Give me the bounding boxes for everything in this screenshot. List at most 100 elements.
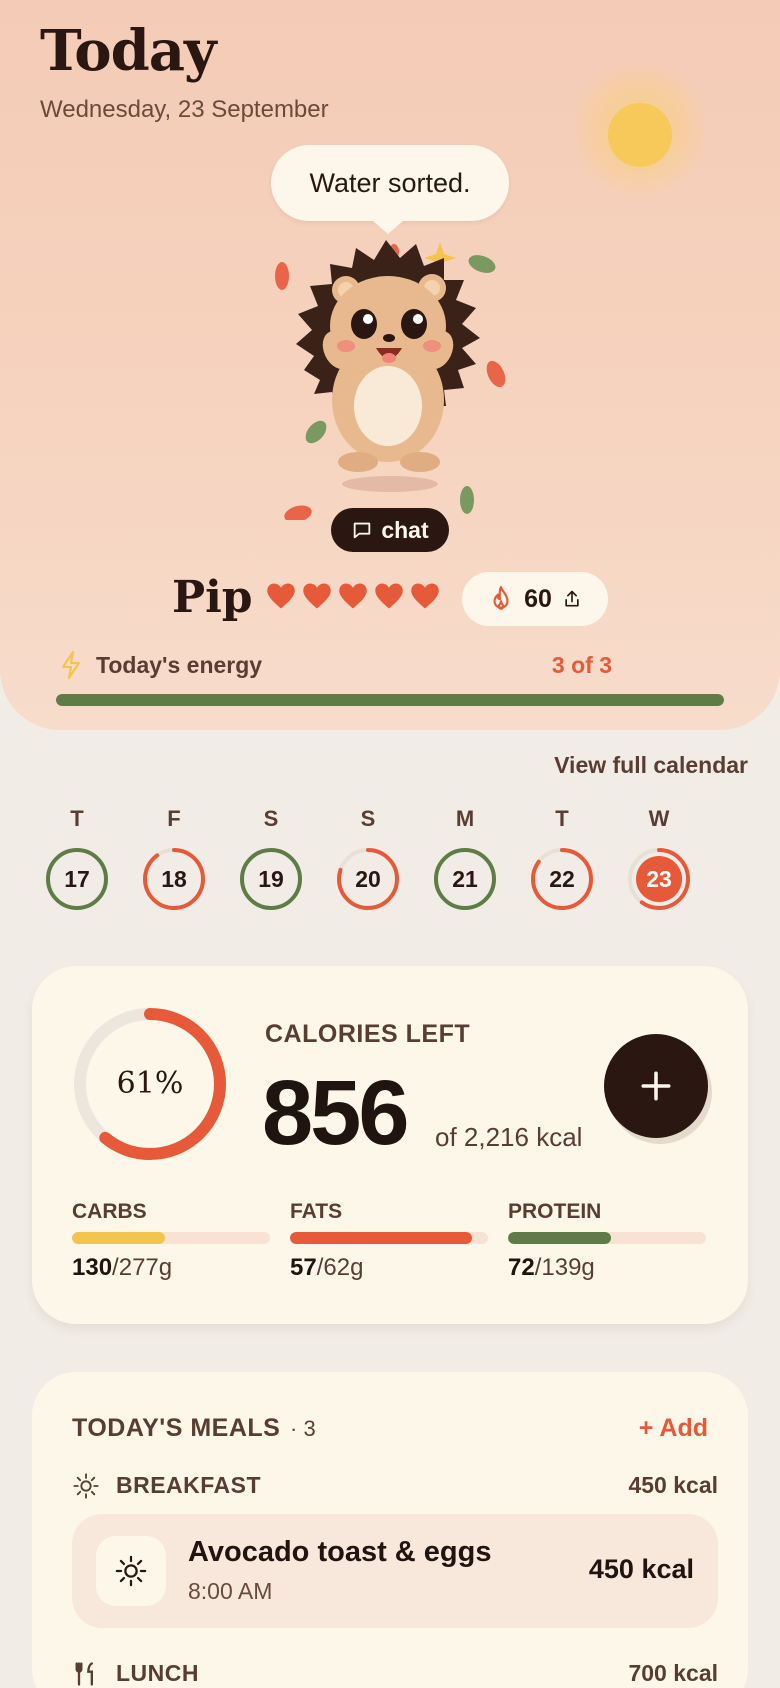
week-strip: T 17 F 18 S 19 S 20 M 21 T 22 W 23	[44, 804, 744, 914]
macro-label: CARBS	[72, 1200, 147, 1223]
breakfast-kcal: 450 kcal	[628, 1472, 718, 1498]
macro-value: 130/277g	[72, 1254, 270, 1282]
macro-fats: FATS 57/62g	[290, 1200, 488, 1282]
sun-icon	[73, 1473, 99, 1499]
day-letter: T	[70, 806, 84, 831]
sun-icon	[608, 103, 672, 167]
hearts-row	[266, 582, 440, 610]
macro-progress-fill	[508, 1232, 611, 1244]
add-food-button[interactable]	[604, 1034, 708, 1138]
day-ring: 19	[238, 846, 304, 912]
day-ring: 20	[335, 846, 401, 912]
meal-name: Avocado toast & eggs	[188, 1536, 492, 1568]
macro-progress-fill	[72, 1232, 166, 1244]
calendar-day[interactable]: S 20	[335, 804, 401, 912]
day-letter: T	[555, 806, 569, 831]
meal-time: 8:00 AM	[188, 1578, 273, 1604]
macro-carbs: CARBS 130/277g	[72, 1200, 270, 1282]
day-number: 21	[452, 866, 478, 892]
macro-goal: /139g	[534, 1254, 595, 1281]
breakfast-label: BREAKFAST	[116, 1472, 262, 1498]
macro-label: FATS	[290, 1200, 343, 1223]
meals-card: TODAY'S MEALS · 3 + Add BREAKFAST 450 kc…	[32, 1372, 748, 1688]
calorie-percent: 61%	[116, 1066, 184, 1101]
share-icon[interactable]	[562, 589, 582, 609]
hero-panel: Today Wednesday, 23 September Water sort…	[0, 0, 780, 730]
energy-progress-fill	[56, 694, 724, 706]
sun-icon	[115, 1555, 147, 1587]
day-number: 17	[64, 866, 90, 892]
day-letter: W	[648, 806, 670, 831]
macro-progress-bar	[290, 1232, 488, 1244]
plus-icon	[641, 1071, 671, 1101]
day-letter: F	[167, 806, 181, 831]
calories-left-label: CALORIES LEFT	[265, 1020, 471, 1048]
meal-item[interactable]: Avocado toast & eggs 8:00 AM 450 kcal	[72, 1514, 718, 1628]
streak-pill[interactable]: 60	[462, 572, 608, 626]
chat-button[interactable]: chat	[331, 508, 449, 552]
macro-protein: PROTEIN 72/139g	[508, 1200, 706, 1282]
day-letter: M	[455, 806, 475, 831]
day-letter: S	[263, 806, 279, 831]
calories-card: 61% CALORIES LEFT 856 of 2,216 kcal CARB…	[32, 966, 748, 1324]
calendar-day[interactable]: S 19	[238, 804, 304, 912]
heart-icon	[375, 583, 403, 609]
day-ring: 18	[141, 846, 207, 912]
macro-value: 72/139g	[508, 1254, 706, 1282]
day-number: 20	[355, 866, 381, 892]
day-number: 19	[258, 866, 284, 892]
macro-value: 57/62g	[290, 1254, 488, 1282]
macro-label: PROTEIN	[508, 1200, 602, 1223]
page-title: Today	[40, 18, 217, 84]
add-meal-button[interactable]: + Add	[639, 1414, 708, 1443]
meal-kcal: 450 kcal	[588, 1554, 694, 1584]
calendar-day[interactable]: W 23	[626, 804, 692, 912]
energy-label: Today's energy	[96, 652, 263, 678]
view-full-calendar-link[interactable]: View full calendar	[554, 752, 748, 779]
day-number: 22	[549, 866, 575, 892]
flame-icon	[493, 586, 509, 610]
lightning-icon	[61, 650, 81, 680]
meals-title: TODAY'S MEALS	[72, 1414, 281, 1442]
calendar-day[interactable]: T 22	[529, 804, 595, 912]
macro-current: 72	[508, 1254, 535, 1281]
chat-bubble-icon	[354, 522, 371, 539]
calendar-day[interactable]: F 18	[141, 804, 207, 912]
day-letter: S	[360, 806, 376, 831]
hedgehog-mascot-icon[interactable]	[260, 230, 520, 520]
macro-current: 57	[290, 1254, 317, 1281]
energy-count: 3 of 3	[551, 652, 612, 678]
fork-knife-icon	[75, 1662, 94, 1686]
calendar-day[interactable]: M 21	[432, 804, 498, 912]
chat-button-label: chat	[381, 516, 429, 543]
lunch-label: LUNCH	[116, 1660, 199, 1686]
macro-current: 130	[72, 1254, 113, 1281]
meal-icon	[96, 1536, 166, 1606]
day-ring: 22	[529, 846, 595, 912]
day-number: 23	[646, 866, 672, 892]
pet-name: Pip	[172, 572, 253, 623]
heart-icon	[339, 583, 367, 609]
macro-goal: /62g	[316, 1254, 364, 1281]
macro-goal: /277g	[112, 1254, 173, 1281]
day-ring: 17	[44, 846, 110, 912]
meals-count: · 3	[290, 1416, 316, 1441]
breakfast-section-header[interactable]: BREAKFAST 450 kcal	[72, 1470, 718, 1500]
current-date: Wednesday, 23 September	[40, 96, 329, 123]
calories-goal: of 2,216 kcal	[435, 1122, 583, 1152]
heart-icon	[267, 583, 295, 609]
day-ring: 21	[432, 846, 498, 912]
streak-value: 60	[524, 584, 552, 613]
macro-progress-fill	[290, 1232, 473, 1244]
speech-bubble: Water sorted.	[271, 145, 509, 221]
lunch-kcal: 700 kcal	[628, 1660, 718, 1686]
macro-progress-bar	[508, 1232, 706, 1244]
macro-progress-bar	[72, 1232, 270, 1244]
day-number: 18	[161, 866, 187, 892]
lunch-section-header[interactable]: LUNCH 700 kcal	[72, 1658, 718, 1688]
day-ring: 23	[626, 846, 692, 912]
calories-left-value: 856	[262, 1062, 409, 1164]
calendar-day[interactable]: T 17	[44, 804, 110, 912]
heart-icon	[411, 583, 439, 609]
heart-icon	[303, 583, 331, 609]
